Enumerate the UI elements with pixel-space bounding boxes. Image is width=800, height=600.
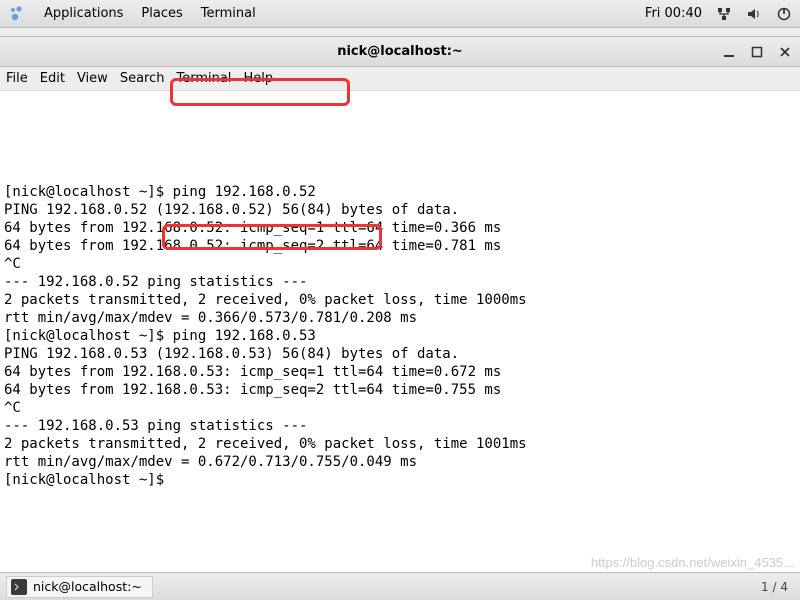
terminal-line: 64 bytes from 192.168.0.53: icmp_seq=1 t… [4, 363, 796, 381]
terminal-line: rtt min/avg/max/mdev = 0.672/0.713/0.755… [4, 453, 796, 471]
top-panel: Applications Places Terminal Fri 00:40 [0, 0, 800, 28]
terminal-line: --- 192.168.0.52 ping statistics --- [4, 273, 796, 291]
menu-help[interactable]: Help [243, 71, 273, 86]
window-title: nick@localhost:~ [337, 44, 463, 59]
window-titlebar[interactable]: nick@localhost:~ [0, 37, 800, 67]
terminal-line: [nick@localhost ~]$ ping 192.168.0.53 [4, 327, 796, 345]
terminal-menu[interactable]: Terminal [201, 6, 256, 21]
menu-view[interactable]: View [77, 71, 108, 86]
terminal-line: [nick@localhost ~]$ [4, 471, 796, 489]
terminal-line: 2 packets transmitted, 2 received, 0% pa… [4, 291, 796, 309]
bottom-panel: nick@localhost:~ 1 / 4 [0, 572, 800, 600]
terminal-output[interactable]: [nick@localhost ~]$ ping 192.168.0.52PIN… [0, 91, 800, 572]
terminal-line: 2 packets transmitted, 2 received, 0% pa… [4, 435, 796, 453]
terminal-line: 64 bytes from 192.168.0.52: icmp_seq=2 t… [4, 237, 796, 255]
places-menu[interactable]: Places [141, 6, 182, 21]
terminal-line: ^C [4, 255, 796, 273]
gnome-foot-icon [8, 5, 26, 23]
network-icon[interactable] [716, 6, 732, 22]
terminal-line: 64 bytes from 192.168.0.53: icmp_seq=2 t… [4, 381, 796, 399]
terminal-line: 64 bytes from 192.168.0.52: icmp_seq=1 t… [4, 219, 796, 237]
terminal-menubar: File Edit View Search Terminal Help [0, 67, 800, 91]
terminal-line: PING 192.168.0.53 (192.168.0.53) 56(84) … [4, 345, 796, 363]
maximize-button[interactable] [750, 45, 764, 59]
minimize-button[interactable] [722, 45, 736, 59]
taskbar-item-terminal[interactable]: nick@localhost:~ [6, 576, 153, 598]
clock[interactable]: Fri 00:40 [645, 6, 702, 21]
terminal-line: ^C [4, 399, 796, 417]
watermark-text: https://blog.csdn.net/weixin_4535... [591, 555, 794, 570]
close-button[interactable] [778, 45, 792, 59]
menu-search[interactable]: Search [120, 71, 165, 86]
terminal-line: PING 192.168.0.52 (192.168.0.52) 56(84) … [4, 201, 796, 219]
terminal-line: --- 192.168.0.53 ping statistics --- [4, 417, 796, 435]
menu-edit[interactable]: Edit [40, 71, 65, 86]
taskbar-item-label: nick@localhost:~ [33, 579, 142, 594]
terminal-line: rtt min/avg/max/mdev = 0.366/0.573/0.781… [4, 309, 796, 327]
workspace-pager[interactable]: 1 / 4 [761, 580, 794, 594]
terminal-window: nick@localhost:~ File Edit View Search T… [0, 36, 800, 572]
menu-file[interactable]: File [6, 71, 28, 86]
terminal-icon [11, 579, 27, 595]
volume-icon[interactable] [746, 6, 762, 22]
applications-menu[interactable]: Applications [44, 6, 123, 21]
menu-terminal[interactable]: Terminal [176, 71, 231, 86]
terminal-line: [nick@localhost ~]$ ping 192.168.0.52 [4, 183, 796, 201]
power-icon[interactable] [776, 6, 792, 22]
